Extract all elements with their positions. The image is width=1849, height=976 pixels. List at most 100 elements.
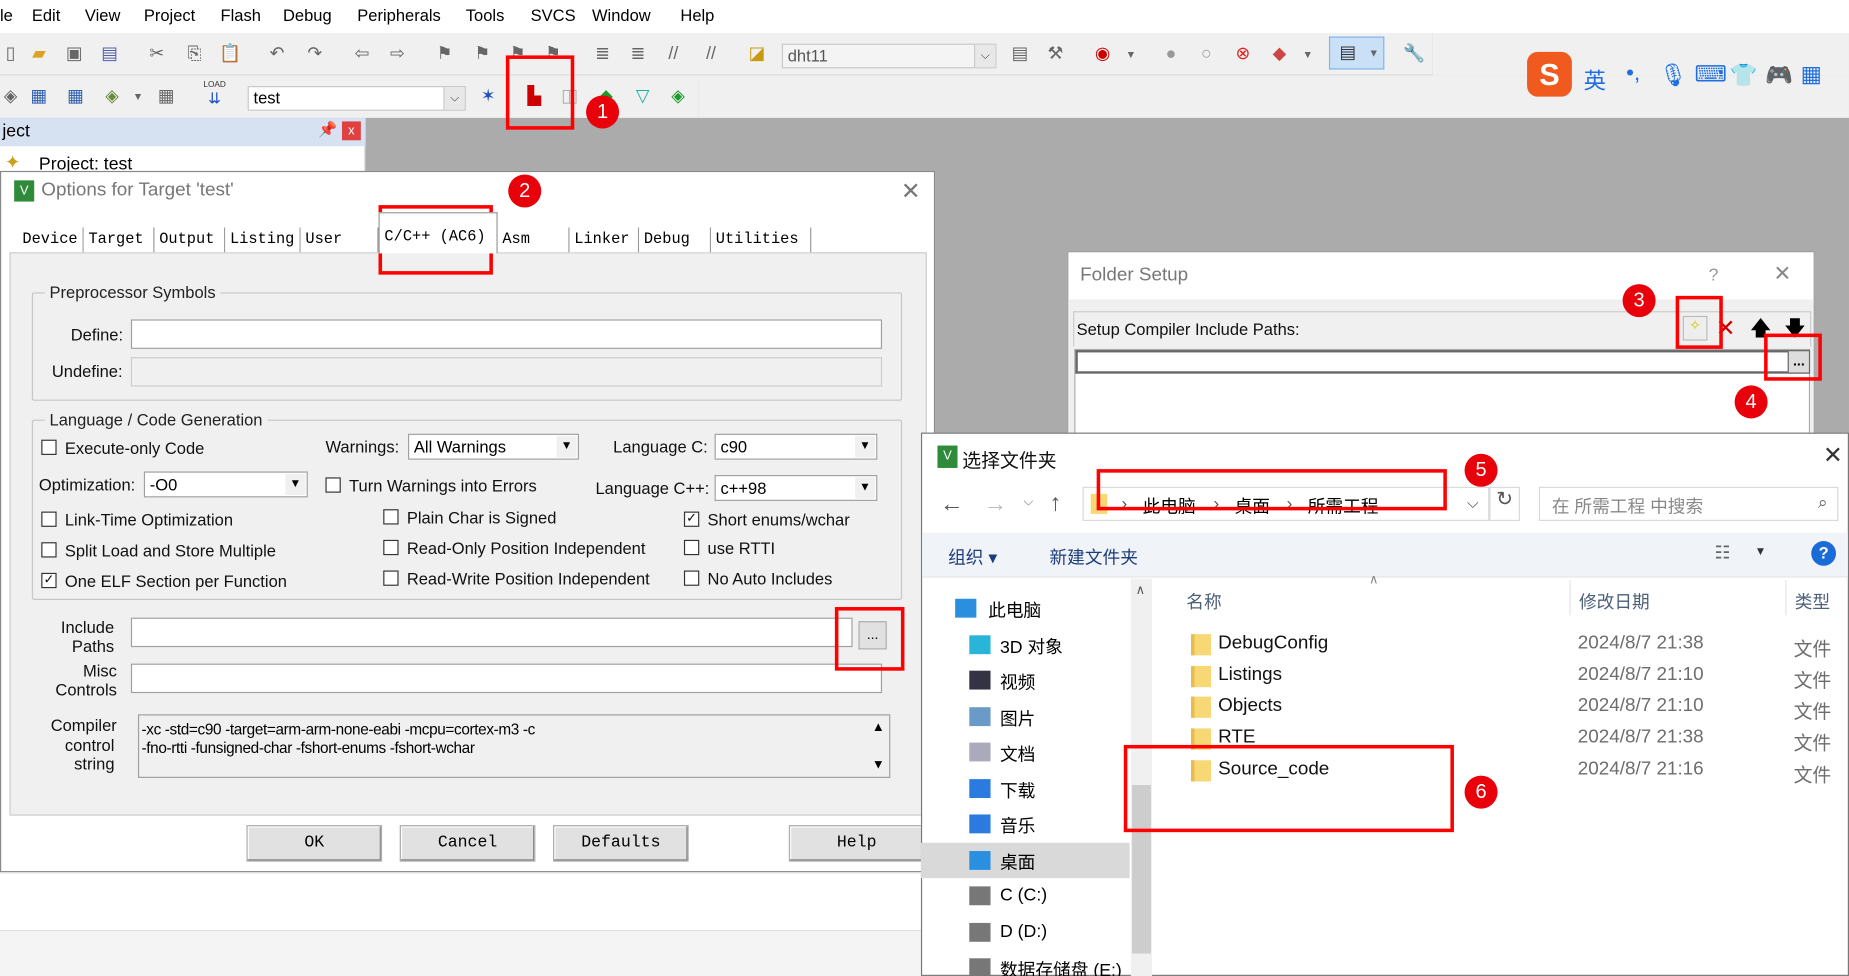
- indent-icon[interactable]: ≣: [592, 44, 613, 65]
- window-layout-button[interactable]: ▤ ▼: [1328, 36, 1385, 70]
- checkbox-one-elf-section-per-function[interactable]: ✓ One ELF Section per Function: [41, 572, 287, 591]
- path-edit-input[interactable]: [1075, 350, 1809, 374]
- nav-item[interactable]: C (C:): [921, 878, 1130, 913]
- refresh-button[interactable]: ↻: [1489, 486, 1520, 521]
- debug-session-icon[interactable]: ◉: [1092, 44, 1113, 65]
- toolbox-icon[interactable]: ▦: [1801, 61, 1822, 88]
- microphone-icon[interactable]: 🎙: [1659, 61, 1687, 89]
- tab-target[interactable]: Target: [83, 227, 155, 253]
- checkbox-box[interactable]: [383, 570, 399, 586]
- chevron-down-icon[interactable]: ⌵: [443, 87, 465, 110]
- forward-icon[interactable]: ⇨: [387, 44, 408, 65]
- file-row[interactable]: Listings 2024/8/7 21:10 文件夹: [1157, 661, 1849, 692]
- help-button[interactable]: Help: [788, 825, 925, 862]
- close-icon[interactable]: ✕: [1774, 262, 1792, 287]
- nav-item[interactable]: 下载: [921, 770, 1130, 805]
- chevron-down-icon[interactable]: ⌵: [1467, 494, 1479, 513]
- checkbox-plain-char-is-signed[interactable]: Plain Char is Signed: [383, 508, 556, 527]
- checkbox-box[interactable]: [41, 542, 57, 558]
- checkbox-box[interactable]: [383, 539, 399, 556]
- menu-le[interactable]: le: [0, 6, 13, 25]
- checkbox-box[interactable]: [325, 477, 341, 493]
- scroll-up-icon[interactable]: ▲: [872, 718, 885, 737]
- menu-project[interactable]: Project: [144, 6, 195, 25]
- nav-item[interactable]: 此电脑: [921, 591, 1130, 626]
- menu-debug[interactable]: Debug: [283, 6, 332, 25]
- breakpoint-icon[interactable]: ●: [1160, 44, 1181, 65]
- target-combo[interactable]: dht11 ⌵: [781, 43, 997, 69]
- redo-icon[interactable]: ↷: [304, 44, 325, 65]
- build-icon[interactable]: ▦: [28, 86, 49, 107]
- checkbox-box[interactable]: ✓: [41, 572, 57, 589]
- uncomment-icon[interactable]: //: [700, 44, 721, 65]
- menu-peripherals[interactable]: Peripherals: [357, 6, 441, 25]
- include-paths-list[interactable]: ...: [1074, 348, 1811, 444]
- nav-item[interactable]: 3D 对象: [921, 626, 1130, 661]
- recent-chevron-icon[interactable]: ⌵: [1024, 495, 1034, 510]
- undefine-input[interactable]: [130, 357, 883, 387]
- build-target-combo[interactable]: test ⌵: [247, 86, 466, 111]
- checkbox-execute-only-code[interactable]: Execute-only Code: [41, 438, 204, 457]
- scroll-down-icon[interactable]: ▼: [872, 756, 885, 775]
- help-icon[interactable]: ?: [1811, 541, 1837, 566]
- nav-item[interactable]: 视频: [921, 662, 1130, 697]
- chevron-down-icon[interactable]: ▼: [1120, 44, 1141, 65]
- new-file-icon[interactable]: ▯: [0, 44, 21, 65]
- undo-icon[interactable]: ↶: [266, 44, 287, 65]
- chevron-down-icon[interactable]: ⌵: [974, 44, 996, 68]
- checkbox-split-load-and-store-multiple[interactable]: Split Load and Store Multiple: [41, 541, 276, 560]
- chevron-down-icon[interactable]: ▼: [1755, 546, 1767, 559]
- skin-icon[interactable]: 👕: [1730, 61, 1758, 89]
- tab-utilities[interactable]: Utilities: [711, 227, 812, 253]
- nav-item[interactable]: 音乐: [921, 806, 1130, 841]
- batch-build-icon[interactable]: ◈: [101, 86, 122, 107]
- keyboard-icon[interactable]: ⌨: [1695, 61, 1727, 88]
- tab-output[interactable]: Output: [154, 227, 226, 253]
- column-divider[interactable]: [1785, 579, 1787, 616]
- download-button[interactable]: LOAD ⇊: [200, 81, 228, 112]
- close-icon[interactable]: ✕: [901, 177, 921, 206]
- column-header-type[interactable]: 类型: [1795, 589, 1830, 614]
- open-icon[interactable]: ▰: [28, 44, 49, 65]
- nav-item[interactable]: 文档: [921, 734, 1130, 769]
- select-packs-icon[interactable]: ▽: [632, 86, 653, 107]
- language-cpp-select[interactable]: c++98 ▼: [714, 475, 878, 501]
- wrench-icon[interactable]: 🔧: [1403, 44, 1425, 65]
- breakpoint-disable-icon[interactable]: ○: [1196, 44, 1217, 65]
- breakpoint-kill-icon[interactable]: ⊗: [1232, 44, 1253, 65]
- checkbox-short-enums-wchar[interactable]: ✓ Short enums/wchar: [683, 510, 850, 529]
- view-options-icon[interactable]: ☷: [1715, 542, 1731, 563]
- column-divider[interactable]: [1569, 579, 1571, 616]
- bookmark-prev-icon[interactable]: ⚑: [472, 44, 493, 65]
- stop-build-icon[interactable]: ▦: [156, 86, 177, 107]
- checkbox-box[interactable]: [683, 539, 700, 556]
- comment-icon[interactable]: //: [663, 44, 684, 65]
- checkbox-box[interactable]: [41, 439, 57, 455]
- tab-asm[interactable]: Asm: [497, 227, 570, 253]
- checkbox-read-only-position-independent[interactable]: Read-Only Position Independent: [383, 539, 645, 558]
- nav-item[interactable]: 数据存储盘 (E:): [921, 950, 1130, 976]
- file-row[interactable]: DebugConfig 2024/8/7 21:38 文件夹: [1157, 629, 1849, 660]
- file-row[interactable]: Objects 2024/8/7 21:10 文件夹: [1157, 692, 1849, 723]
- menu-window[interactable]: Window: [592, 6, 651, 25]
- column-header-name[interactable]: 名称: [1186, 589, 1221, 614]
- cut-icon[interactable]: ✂: [146, 44, 167, 65]
- warnings-select[interactable]: All Warnings ▼: [408, 433, 579, 460]
- tab-user[interactable]: User: [300, 227, 379, 253]
- organize-button[interactable]: 组织 ▾: [948, 545, 997, 570]
- menu-help[interactable]: Help: [680, 6, 714, 25]
- copy-icon[interactable]: ⎘: [184, 44, 205, 65]
- breakpoint-all-icon[interactable]: ◆: [1269, 44, 1290, 65]
- defaults-button[interactable]: Defaults: [553, 825, 689, 862]
- tab-c-c-ac6-[interactable]: C/C++ (AC6): [378, 212, 498, 254]
- menu-view[interactable]: View: [85, 6, 120, 25]
- compiler-string-textarea[interactable]: -xc -std=c90 -target=arm-arm-none-eabi -…: [137, 714, 891, 778]
- configure-icon[interactable]: ⚒: [1045, 44, 1066, 65]
- game-icon[interactable]: 🎮: [1765, 61, 1793, 89]
- ok-button[interactable]: OK: [246, 825, 383, 862]
- new-folder-button[interactable]: 新建文件夹: [1049, 545, 1137, 570]
- chevron-down-icon[interactable]: ▼: [127, 86, 148, 107]
- translate-icon[interactable]: ◈: [0, 86, 21, 107]
- tab-listing[interactable]: Listing: [225, 227, 301, 253]
- checkbox-link-time-optimization[interactable]: Link-Time Optimization: [41, 510, 233, 529]
